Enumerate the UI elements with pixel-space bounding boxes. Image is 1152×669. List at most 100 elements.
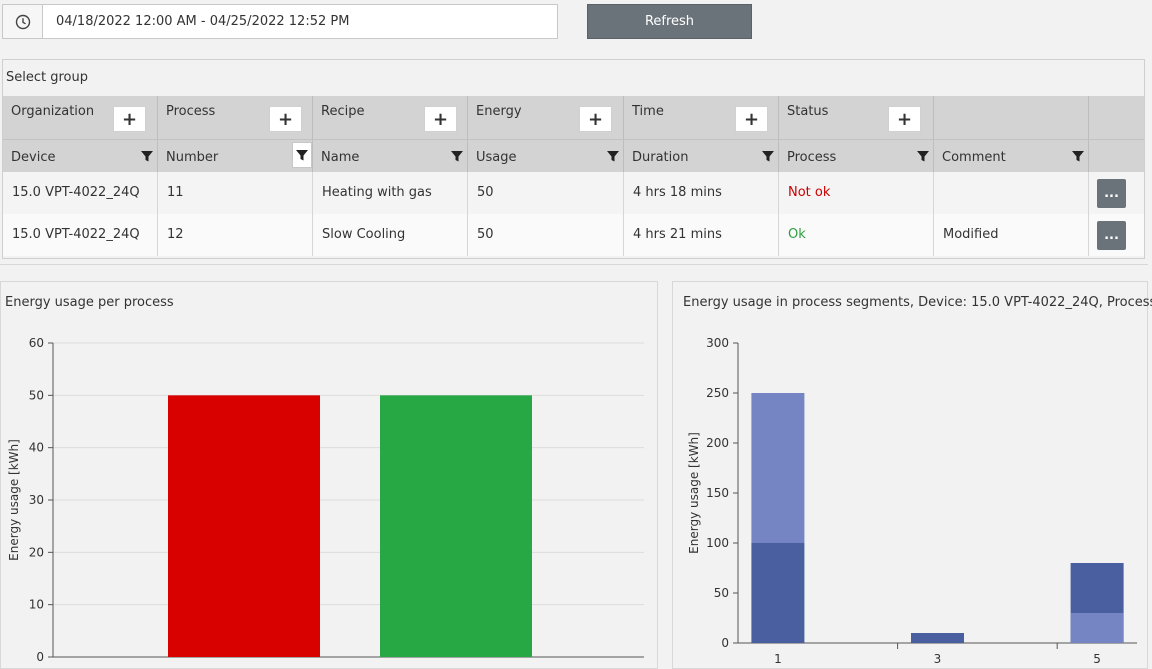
column-header-comment[interactable]: Comment (934, 140, 1089, 172)
cell-device: 15.0 VPT-4022_24Q (3, 214, 158, 256)
group-header-status: Status + (779, 96, 934, 139)
y-tick-label: 30 (29, 493, 44, 507)
group-label: Recipe (321, 104, 365, 119)
cell-number: 12 (158, 214, 313, 256)
column-label: Usage (476, 150, 517, 165)
group-header-energy: Energy + (468, 96, 624, 139)
cell-text: 11 (167, 185, 184, 200)
table-row[interactable]: 15.0 VPT-4022_24Q 12 Slow Cooling 50 4 h… (3, 214, 1144, 256)
group-header-recipe: Recipe + (313, 96, 468, 139)
x-tick-label: 3 (934, 652, 942, 666)
cell-text: 15.0 VPT-4022_24Q (12, 185, 140, 200)
group-label: Energy (476, 104, 522, 119)
cell-device: 15.0 VPT-4022_24Q (3, 172, 158, 214)
y-axis-label: Energy usage [kWh] (7, 439, 21, 561)
column-header-process-status[interactable]: Process (779, 140, 934, 172)
cell-text: Slow Cooling (322, 227, 406, 242)
date-range-picker[interactable]: 04/18/2022 12:00 AM - 04/25/2022 12:52 P… (2, 4, 558, 39)
cell-comment (934, 172, 1089, 214)
y-tick-label: 0 (721, 636, 729, 650)
cell-text: 4 hrs 21 mins (633, 227, 722, 242)
group-label: Process (166, 104, 216, 119)
bar-segment (911, 633, 964, 643)
cell-comment: Modified (934, 214, 1089, 256)
row-actions-button[interactable]: ... (1097, 179, 1126, 208)
group-label: Status (787, 104, 829, 119)
y-tick-label: 50 (714, 586, 729, 600)
filter-icon[interactable] (606, 149, 620, 163)
group-header-empty (934, 96, 1089, 139)
bar (168, 395, 320, 657)
x-tick-label: 5 (1093, 652, 1101, 666)
cell-text: Modified (943, 227, 999, 242)
row-actions-button[interactable]: ... (1097, 221, 1126, 250)
cell-text: 50 (477, 185, 494, 200)
y-axis-label: Energy usage [kWh] (687, 432, 701, 554)
column-header-device[interactable]: Device (3, 140, 158, 172)
add-group-button[interactable]: + (888, 106, 921, 132)
chart-panel-segments: Energy usage in process segments, Device… (672, 281, 1152, 669)
add-group-button[interactable]: + (269, 106, 302, 132)
column-header-number[interactable]: Number (158, 140, 313, 172)
add-group-button[interactable]: + (579, 106, 612, 132)
column-header-name[interactable]: Name (313, 140, 468, 172)
add-group-button[interactable]: + (113, 106, 146, 132)
table-row[interactable]: 15.0 VPT-4022_24Q 11 Heating with gas 50… (3, 172, 1144, 214)
y-tick-label: 300 (706, 336, 729, 350)
cell-status: Ok (779, 214, 934, 256)
group-header-organization: Organization + (3, 96, 158, 139)
process-grid: Select group Organization + Process + Re… (2, 59, 1145, 259)
column-label: Name (321, 150, 360, 165)
status-ok: Ok (788, 227, 806, 242)
filter-icon[interactable] (140, 149, 154, 163)
bar-segment (751, 393, 805, 543)
column-label: Process (787, 150, 837, 165)
divider (0, 264, 1148, 265)
cell-name: Slow Cooling (313, 214, 468, 256)
cell-text: 50 (477, 227, 494, 242)
add-group-button[interactable]: + (735, 106, 768, 132)
add-group-button[interactable]: + (424, 106, 457, 132)
filter-icon[interactable] (450, 149, 464, 163)
y-tick-label: 60 (29, 336, 44, 350)
chart-panel-process: Energy usage per process 0 10 20 30 40 50 60 En… (0, 281, 658, 669)
filter-icon[interactable] (916, 149, 930, 163)
cell-text: 15.0 VPT-4022_24Q (12, 227, 140, 242)
column-label: Number (166, 150, 219, 165)
column-label: Comment (942, 150, 1006, 165)
column-label: Device (11, 150, 56, 165)
column-header-usage[interactable]: Usage (468, 140, 624, 172)
date-range-value[interactable]: 04/18/2022 12:00 AM - 04/25/2022 12:52 P… (56, 14, 349, 29)
column-header-duration[interactable]: Duration (624, 140, 779, 172)
bar (380, 395, 532, 657)
grid-title: Select group (6, 70, 88, 85)
cell-status: Not ok (779, 172, 934, 214)
cell-usage: 50 (468, 172, 624, 214)
y-tick-label: 40 (29, 441, 44, 455)
column-header-row: Device Number Name Usage Duration Proces… (3, 139, 1144, 172)
y-tick-label: 20 (29, 545, 44, 559)
x-tick-label: 1 (774, 652, 782, 666)
group-label: Time (632, 104, 664, 119)
y-tick-label: 200 (706, 436, 729, 450)
cell-text: Heating with gas (322, 185, 432, 200)
toolbar: 04/18/2022 12:00 AM - 04/25/2022 12:52 P… (0, 0, 1152, 44)
y-tick-label: 10 (29, 598, 44, 612)
filter-icon[interactable] (292, 142, 312, 168)
cell-duration: 4 hrs 18 mins (624, 172, 779, 214)
bar-segment (751, 543, 805, 643)
y-tick-label: 0 (36, 650, 44, 664)
cell-number: 11 (158, 172, 313, 214)
filter-icon[interactable] (761, 149, 775, 163)
cell-text: 12 (167, 227, 184, 242)
refresh-button[interactable]: Refresh (587, 4, 752, 39)
group-header-process: Process + (158, 96, 313, 139)
group-label: Organization (11, 104, 95, 119)
filter-icon[interactable] (1071, 149, 1085, 163)
energy-per-process-chart: 0 10 20 30 40 50 60 Energy usage [kWh] (7, 336, 644, 664)
cell-text: 4 hrs 18 mins (633, 185, 722, 200)
y-tick-label: 50 (29, 388, 44, 402)
group-header-time: Time + (624, 96, 779, 139)
y-tick-label: 250 (706, 386, 729, 400)
clock-icon[interactable] (3, 5, 43, 38)
